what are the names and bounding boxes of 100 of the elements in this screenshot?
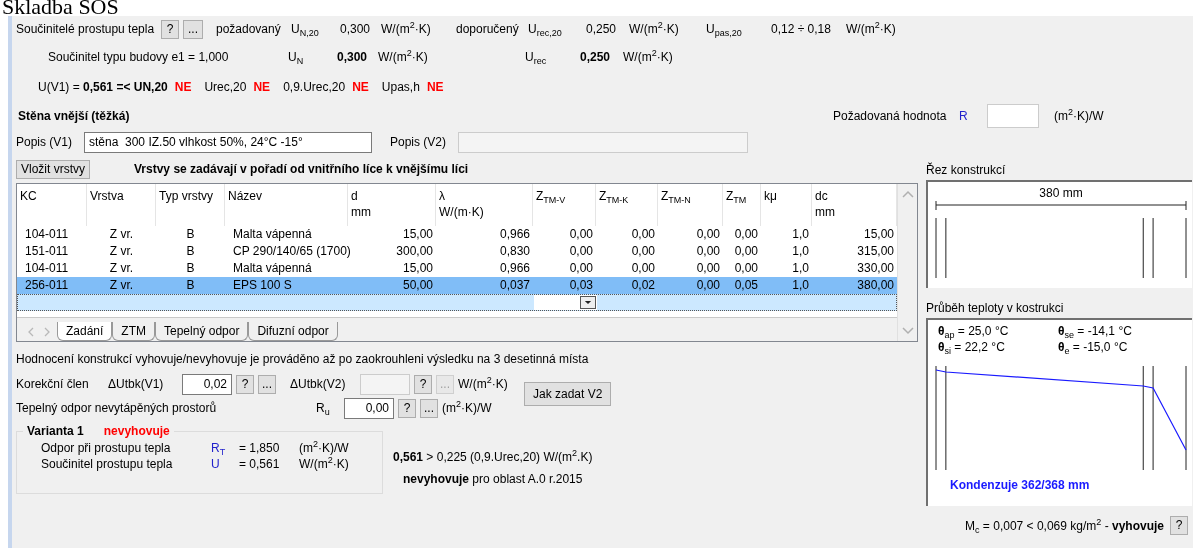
unit-text: W/(m$^{2}$·K) [623, 50, 674, 64]
table-cell-text: 300,00 [395, 243, 434, 260]
symbol-text: ΔUtbk(V1) [108, 377, 165, 391]
table-cell-text: 330,00 [856, 260, 895, 277]
column-header: λ W/(m·K) [436, 184, 533, 226]
table-cell-text: 0,00 [568, 226, 594, 243]
table-cell: 0,037 [436, 277, 533, 294]
table-cell-text: B [185, 243, 196, 260]
tab[interactable]: Zadání [57, 322, 113, 341]
table-cell: 1,0 [761, 277, 812, 294]
group-title: Varianta 1 [27, 424, 84, 438]
status-text: nevyhovuje [103, 424, 170, 438]
table-cell-text: 15,00 [401, 226, 434, 243]
column-header: Z$_{TM-V}$ [533, 184, 596, 226]
temperature-reading: θ$_{si}$ = 22,2 °C [938, 340, 1006, 354]
label-text: Součinitel prostupu tepla [41, 457, 174, 471]
insert-layers-button[interactable]: Vložit vrstvy [16, 159, 90, 179]
condensation-result: Kondenzuje 362/368 mm [950, 478, 1090, 492]
table-cell: B [156, 277, 225, 294]
help-button[interactable]: ? [236, 374, 254, 394]
tab[interactable]: Difuzní odpor [248, 322, 338, 341]
symbol-text: ΔUtbk(V2) [290, 377, 347, 391]
instruction-text: Vrstvy se zadávají v pořadí od vnitřního líce k vnějšímu líci [134, 162, 469, 176]
label-text: Součinitel typu budovy e1 = 1,000 [48, 50, 230, 64]
column-header: Z$_{TM-K}$ [596, 184, 658, 226]
tab[interactable]: Tepelný odpor [155, 322, 249, 341]
symbol-text: R$_{u}$ [316, 401, 331, 415]
correction-field[interactable]: 0,02 [182, 373, 232, 395]
table-cell-text: 0,00 [733, 260, 759, 277]
table-cell-text: 0,966 [498, 260, 531, 277]
symbol-text: U$_{rec}$ [525, 50, 548, 64]
unit-text: W/(m$^{2}$·K) [299, 457, 349, 471]
scroll-up-icon[interactable] [901, 190, 914, 198]
comparison-text: 0,561 > 0,225 (0,9.Urec,20) W/(m$^{2}$.K) [393, 450, 593, 464]
label-text: Urec,20 [204, 80, 247, 94]
label-text: Tepelný odpor nevytápěných prostorů [16, 401, 218, 415]
help-button[interactable]: ? [414, 374, 432, 394]
column-header: kμ [761, 184, 812, 226]
dimension-label: 380 mm [1039, 186, 1083, 200]
table-cell-text: 15,00 [862, 226, 895, 243]
symbol-text: U$_{N}$ [288, 50, 305, 64]
value-field[interactable] [987, 104, 1039, 128]
table-cell-text: B [185, 226, 196, 243]
table-cell-text: 0,00 [568, 243, 594, 260]
unit-text: (m$^{2}$·K)/W [299, 441, 349, 455]
table-cell-text: Z vr. [108, 243, 135, 260]
table-cell-text: Z vr. [108, 226, 135, 243]
label-text: doporučený [456, 22, 520, 36]
symbol-text: U$_{rec,20}$ [528, 22, 563, 36]
symbol-text: U$_{N,20}$ [291, 22, 320, 36]
table-cell-text: 0,00 [733, 226, 759, 243]
table-cell-text: 0,00 [568, 260, 594, 277]
more-button[interactable]: ... [420, 398, 438, 418]
table-cell: EPS 100 S [225, 277, 348, 294]
more-button[interactable]: ... [258, 374, 276, 394]
description-field[interactable]: stěna 300 IZ.50 vlhkost 50%, 24°C -15° [84, 131, 372, 153]
result-text: NE [426, 80, 444, 94]
section-title: Stěna vnější (těžká) [18, 109, 131, 123]
table-cell-text: 151-011 [24, 243, 70, 260]
scroll-down-icon[interactable] [901, 327, 914, 335]
table-cell-text: 0,00 [695, 243, 721, 260]
column-header: Vrstva [87, 184, 156, 226]
column-header: Z$_{TM}$ [723, 184, 761, 226]
column-header: d mm [348, 184, 436, 226]
label-text: U(V1) = 0,561 =< UN,20 [38, 80, 168, 94]
label-text: Popis (V2) [390, 135, 448, 149]
table-cell-text: 0,00 [695, 260, 721, 277]
label-text: Korekční člen [16, 377, 90, 391]
unit-text: W/(m$^{2}$·K) [378, 50, 429, 64]
table-cell-text: 15,00 [401, 260, 434, 277]
more-button[interactable]: ... [183, 19, 203, 39]
symbol-text: U$_{pas,20}$ [706, 22, 743, 36]
table-cell-text: 315,00 [856, 243, 895, 260]
column-header: Název [225, 184, 348, 226]
column-header: KC [17, 184, 87, 226]
unit-text: W/(m$^{2}$·K) [458, 377, 508, 391]
table-cell-text: 1,0 [791, 260, 810, 277]
value-text: = 0,561 [239, 457, 281, 471]
table-cell-text: 1,0 [791, 243, 810, 260]
help-button[interactable]: ? [1170, 516, 1188, 535]
resistance-field[interactable]: 0,00 [344, 397, 394, 419]
label-text: Požadovaná hodnota [833, 109, 948, 123]
help-button[interactable]: ? [398, 398, 416, 418]
table-cell-text: Z vr. [108, 260, 135, 277]
unit-text: W/(m$^{2}$·K) [381, 22, 432, 36]
result-text: NE [352, 80, 369, 94]
value-text: = 1,850 [239, 441, 281, 455]
unit-text: W/(m$^{2}$·K) [629, 22, 680, 36]
help-button[interactable]: ? [161, 19, 179, 39]
result-text: NE [253, 80, 271, 94]
how-to-enter-button[interactable]: Jak zadat V2 [524, 382, 612, 406]
label-text: 0,9.Urec,20 [283, 80, 346, 94]
panel-title: Průběh teploty v kostrukci [926, 300, 1065, 317]
tab[interactable]: ZTM [112, 322, 155, 341]
symbol-text: R [959, 109, 969, 123]
table-cell: 0,05 [723, 277, 761, 294]
verdict-text: nevyhovuje pro oblast A.0 r.2015 [403, 472, 583, 486]
table-cell-text: 0,00 [733, 243, 759, 260]
table-cell: 0,02 [596, 277, 658, 294]
label-text: Upas,h [381, 80, 420, 94]
